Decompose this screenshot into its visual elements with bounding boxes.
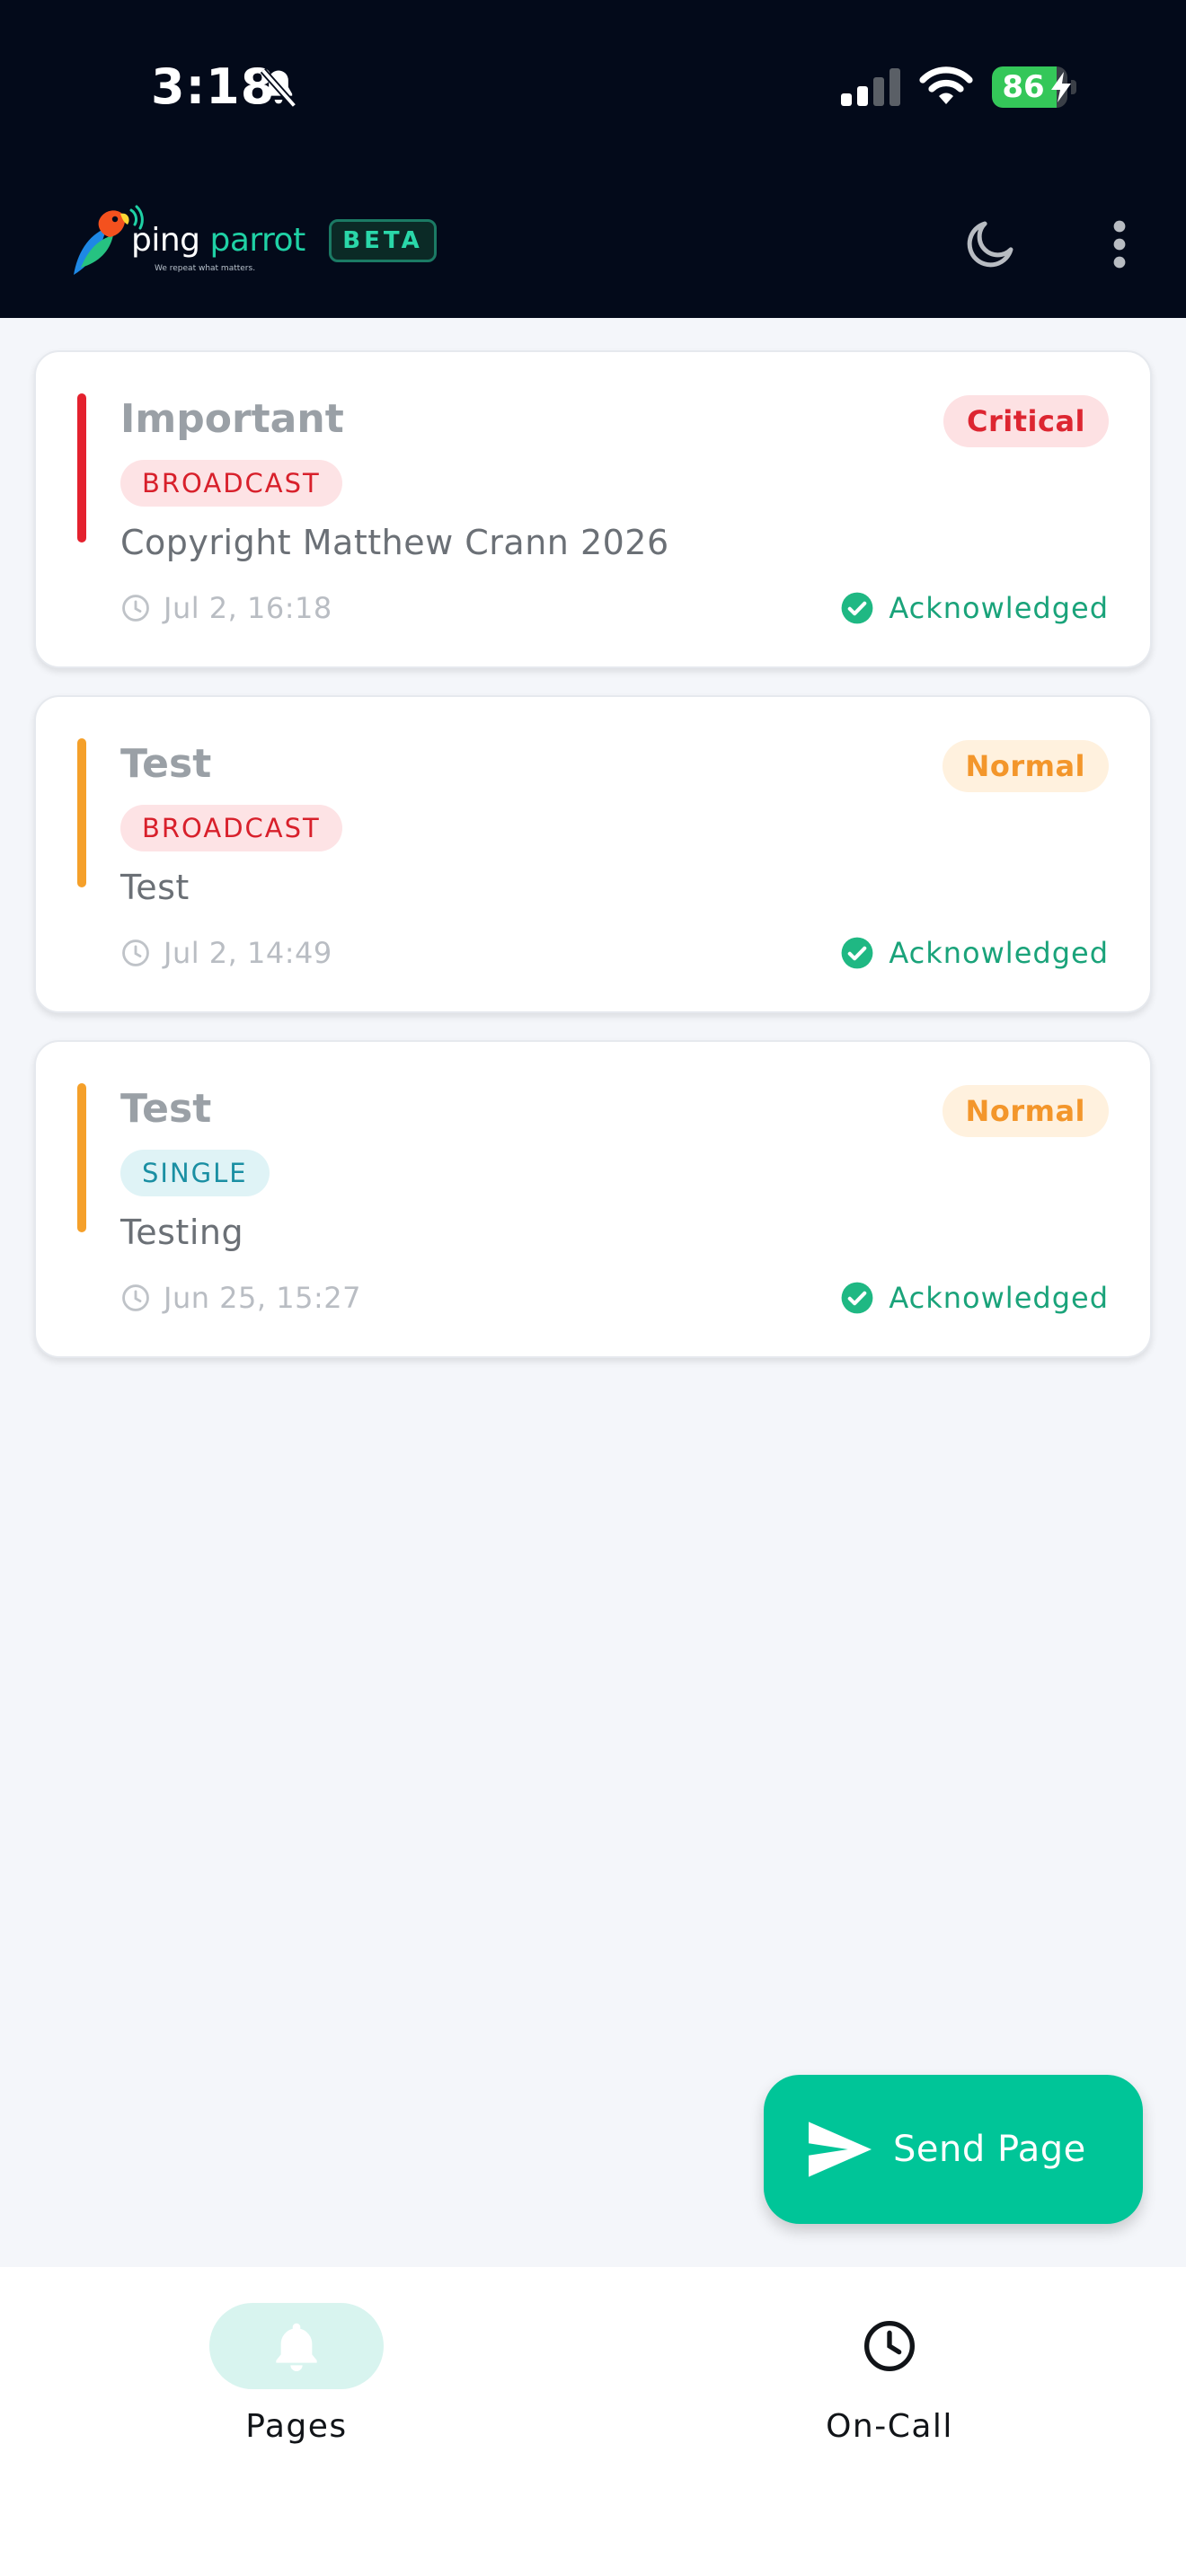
page-type-badge: BROADCAST [120,460,342,507]
clock-icon [864,2321,915,2371]
check-circle-icon [841,1282,873,1314]
page-title: Important [120,396,344,442]
page-title: Test [120,1086,212,1132]
page-message: Copyright Matthew Crann 2026 [120,523,669,562]
page-card[interactable]: Test Normal SINGLE Testing Jun 25, 15:27… [34,1040,1152,1358]
nav-item-on-call[interactable]: On-Call [755,2303,1024,2483]
page-title: Test [120,741,212,787]
app-header: 3:18 86 ping parrot We repeat what matte… [0,0,1186,318]
send-page-button[interactable]: Send Page [764,2075,1143,2224]
page-card[interactable]: Test Normal BROADCAST Test Jul 2, 14:49 … [34,695,1152,1013]
clock-icon [122,595,149,622]
priority-badge: Critical [943,395,1109,447]
acknowledged-status: Acknowledged [840,587,1109,629]
priority-indicator [77,1083,86,1232]
priority-badge: Normal [942,740,1109,792]
logo-tagline: We repeat what matters. [155,264,256,273]
page-type-badge: SINGLE [120,1150,270,1196]
check-circle-icon [841,592,873,624]
page-timestamp: Jul 2, 16:18 [120,587,332,629]
page-time-text: Jul 2, 14:49 [164,936,332,970]
page-message: Test [120,868,190,907]
nav-label-on-call: On-Call [826,2408,953,2445]
page-card[interactable]: Important Critical BROADCAST Copyright M… [34,350,1152,668]
nav-item-pages[interactable]: Pages [162,2303,431,2483]
priority-badge: Normal [942,1085,1109,1137]
bell-icon [276,2323,317,2371]
send-icon [809,2122,872,2177]
moon-icon[interactable] [961,214,1021,273]
page-time-text: Jun 25, 15:27 [164,1281,361,1315]
check-circle-icon [841,937,873,969]
bell-off-icon [260,67,297,109]
priority-indicator [77,738,86,887]
beta-badge: BETA [329,219,437,262]
acknowledged-text: Acknowledged [889,936,1109,970]
more-vert-icon[interactable] [1102,217,1137,271]
battery-level: 86 [1002,69,1045,105]
page-timestamp: Jun 25, 15:27 [120,1277,361,1319]
ping-parrot-logo: ping parrot We repeat what matters. [63,203,305,280]
send-page-label: Send Page [893,2129,1086,2170]
clock-icon [122,1284,149,1311]
page-time-text: Jul 2, 16:18 [164,591,332,625]
acknowledged-status: Acknowledged [840,932,1109,974]
acknowledged-status: Acknowledged [840,1277,1109,1319]
signal-icon [841,68,900,106]
page-timestamp: Jul 2, 14:49 [120,932,332,974]
priority-indicator [77,393,86,543]
clock-icon [122,940,149,966]
logo-wordmark: ping parrot [131,222,305,259]
bottom-nav: Pages On-Call [0,2267,1186,2576]
acknowledged-text: Acknowledged [889,591,1109,625]
wifi-icon [919,66,973,104]
battery-icon: 86 [992,66,1078,108]
acknowledged-text: Acknowledged [889,1281,1109,1315]
nav-label-pages: Pages [245,2408,348,2445]
page-type-badge: BROADCAST [120,805,342,851]
page-message: Testing [120,1213,244,1252]
